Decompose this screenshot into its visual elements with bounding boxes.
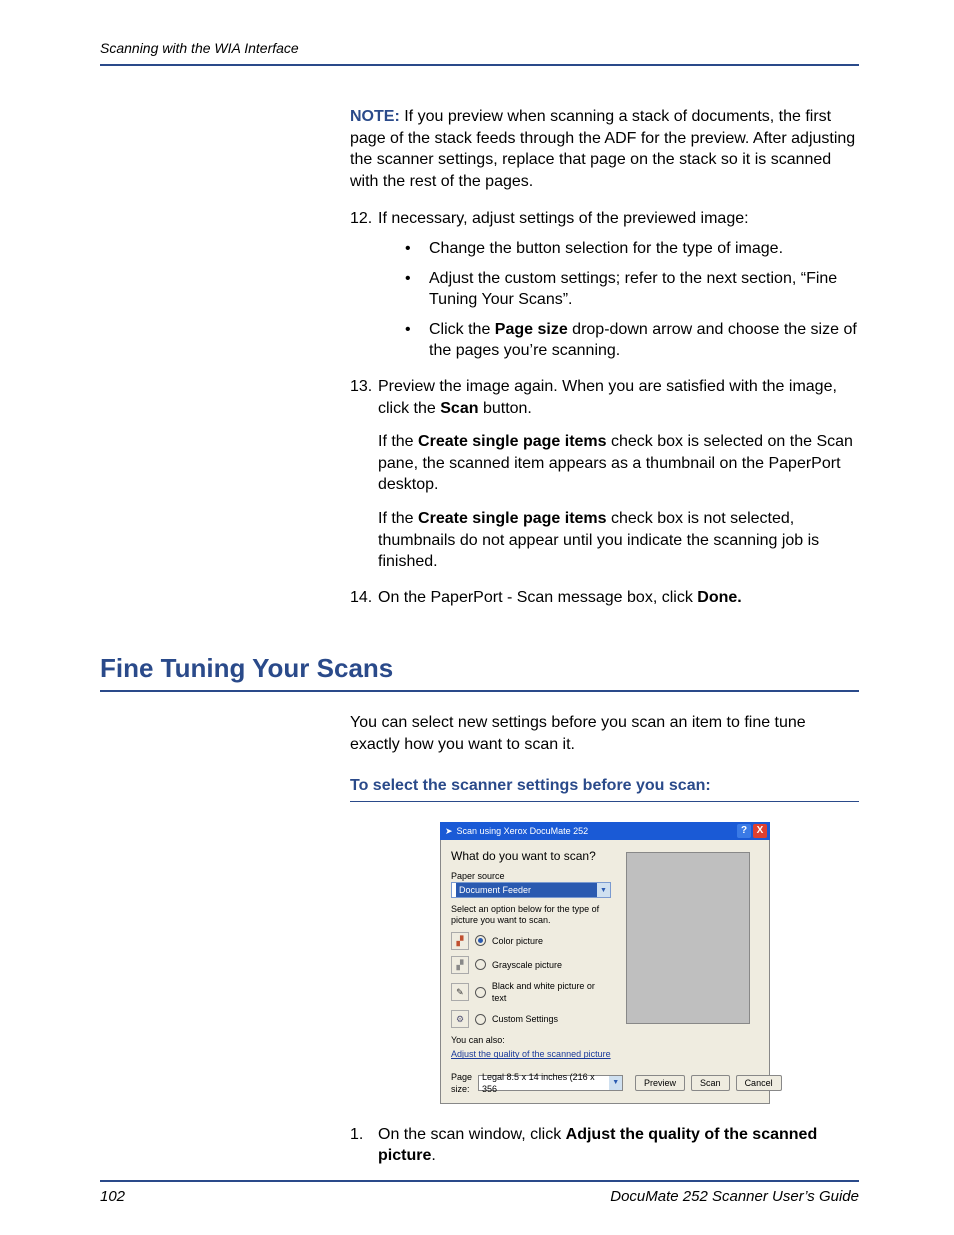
note-text: If you preview when scanning a stack of … xyxy=(350,108,855,190)
radio-selected-icon xyxy=(475,935,486,946)
you-can-also-label: You can also: xyxy=(451,1034,611,1046)
color-picture-icon: ▞ xyxy=(451,932,469,950)
select-option-text: Select an option below for the type of p… xyxy=(451,904,611,926)
bullet-dot: • xyxy=(405,319,429,362)
page-size-value: Legal 8.5 x 14 inches (216 x 356 xyxy=(482,1071,609,1095)
scan-button[interactable]: Scan xyxy=(691,1075,730,1091)
bw-picture-icon: ✎ xyxy=(451,983,469,1001)
close-icon[interactable]: X xyxy=(753,824,767,838)
note-paragraph: NOTE: If you preview when scanning a sta… xyxy=(350,106,859,192)
preview-pane[interactable] xyxy=(626,852,750,1024)
help-icon[interactable]: ? xyxy=(737,824,751,838)
paper-source-value: Document Feeder xyxy=(456,883,597,897)
step-13-para2: If the Create single page items check bo… xyxy=(378,431,859,496)
step-14-number: 14. xyxy=(350,587,378,609)
section-heading-fine-tuning: Fine Tuning Your Scans xyxy=(100,653,859,692)
cancel-button[interactable]: Cancel xyxy=(736,1075,782,1091)
dialog-titlebar[interactable]: ➤ Scan using Xerox DocuMate 252 ? X xyxy=(440,822,770,840)
adjust-quality-link[interactable]: Adjust the quality of the scanned pictur… xyxy=(451,1048,611,1060)
bullet-page-size: Click the Page size drop-down arrow and … xyxy=(429,319,859,362)
step-12-number: 12. xyxy=(350,208,378,230)
radio-unselected-icon xyxy=(475,959,486,970)
step-14-text: On the PaperPort - Scan message box, cli… xyxy=(378,587,859,609)
note-label: NOTE: xyxy=(350,108,400,125)
preview-button[interactable]: Preview xyxy=(635,1075,685,1091)
step-1-number: 1. xyxy=(350,1124,378,1167)
paper-source-label: Paper source xyxy=(451,870,611,882)
page-size-dropdown[interactable]: Legal 8.5 x 14 inches (216 x 356 ▼ xyxy=(478,1075,623,1091)
radio-unselected-icon xyxy=(475,987,486,998)
step-12-text: If necessary, adjust settings of the pre… xyxy=(378,208,859,230)
chevron-down-icon: ▼ xyxy=(597,883,610,897)
scanner-icon: ➤ xyxy=(445,825,453,837)
option-grayscale-picture[interactable]: ▞ Grayscale picture xyxy=(451,956,611,974)
bullet-change-selection: Change the button selection for the type… xyxy=(429,238,783,260)
step-13-number: 13. xyxy=(350,376,378,419)
step-13-para3: If the Create single page items check bo… xyxy=(378,508,859,573)
step-1-text: On the scan window, click Adjust the qua… xyxy=(378,1124,859,1167)
dialog-question: What do you want to scan? xyxy=(451,848,611,864)
running-header: Scanning with the WIA Interface xyxy=(100,40,859,66)
bullet-custom-settings: Adjust the custom settings; refer to the… xyxy=(429,268,859,311)
option-custom-settings[interactable]: ⚙ Custom Settings xyxy=(451,1010,611,1028)
page-size-label: Page size: xyxy=(451,1071,472,1095)
radio-unselected-icon xyxy=(475,1014,486,1025)
option-color-picture[interactable]: ▞ Color picture xyxy=(451,932,611,950)
chevron-down-icon: ▼ xyxy=(609,1076,622,1090)
subheading-select-settings: To select the scanner settings before yo… xyxy=(350,775,859,802)
bullet-dot: • xyxy=(405,268,429,311)
page-number: 102 xyxy=(100,1188,125,1205)
scan-dialog: ➤ Scan using Xerox DocuMate 252 ? X What… xyxy=(440,822,770,1104)
step-13-text: Preview the image again. When you are sa… xyxy=(378,376,859,419)
custom-settings-icon: ⚙ xyxy=(451,1010,469,1028)
option-bw-picture[interactable]: ✎ Black and white picture or text xyxy=(451,980,611,1004)
paper-source-dropdown[interactable]: Document Feeder ▼ xyxy=(451,882,611,898)
grayscale-picture-icon: ▞ xyxy=(451,956,469,974)
section-intro: You can select new settings before you s… xyxy=(350,712,859,755)
bullet-dot: • xyxy=(405,238,429,260)
guide-title: DocuMate 252 Scanner User’s Guide xyxy=(610,1188,859,1205)
dialog-title: Scan using Xerox DocuMate 252 xyxy=(457,825,589,837)
